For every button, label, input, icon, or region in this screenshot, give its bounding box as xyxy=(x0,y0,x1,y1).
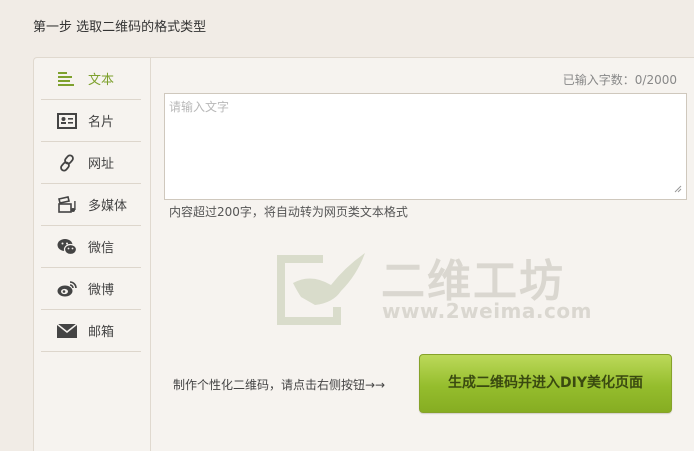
length-hint: 内容超过200字，将自动转为网页类文本格式 xyxy=(169,205,408,219)
text-input[interactable] xyxy=(164,93,687,200)
editor-area: 已输入字数：0/2000 内容超过200字，将自动转为网页类文本格式 二维工坊 … xyxy=(151,58,694,451)
char-counter: 已输入字数：0/2000 xyxy=(562,73,677,87)
sidebar-item-text[interactable]: 文本 xyxy=(41,58,141,100)
generate-qr-button[interactable]: 生成二维码并进入DIY美化页面 xyxy=(419,354,672,413)
resize-handle-icon[interactable] xyxy=(674,185,682,193)
sidebar-item-email[interactable]: 邮箱 xyxy=(41,310,141,352)
sidebar-item-label: 名片 xyxy=(88,115,115,130)
wechat-icon xyxy=(57,237,77,257)
sidebar-item-label: 微博 xyxy=(88,283,115,298)
step-title: 第一步 选取二维码的格式类型 xyxy=(33,20,207,35)
sidebar-item-media[interactable]: 多媒体 xyxy=(41,184,141,226)
format-panel: 文本 名片 网址 多媒体 微信 微博 邮箱 已输入字数：0/2000 请输入文字… xyxy=(33,57,694,451)
sidebar-item-label: 文本 xyxy=(88,73,115,88)
sidebar-item-weibo[interactable]: 微博 xyxy=(41,268,141,310)
sidebar-item-label: 邮箱 xyxy=(88,325,115,340)
sidebar-item-label: 多媒体 xyxy=(88,199,128,214)
cta-tip: 制作个性化二维码，请点击右侧按钮→→ xyxy=(173,378,386,392)
sidebar-item-url[interactable]: 网址 xyxy=(41,142,141,184)
media-icon xyxy=(57,195,77,215)
sidebar-item-card[interactable]: 名片 xyxy=(41,100,141,142)
sidebar-item-label: 网址 xyxy=(88,157,115,172)
text-lines-icon xyxy=(57,69,77,89)
sidebar-item-wechat[interactable]: 微信 xyxy=(41,226,141,268)
watermark-url: www.2weima.com xyxy=(382,299,592,323)
format-sidebar: 文本 名片 网址 多媒体 微信 微博 邮箱 xyxy=(34,58,151,451)
watermark: 二维工坊 www.2weima.com xyxy=(271,245,591,330)
mail-icon xyxy=(57,321,77,341)
link-chain-icon xyxy=(57,153,77,173)
bird-logo-icon xyxy=(277,253,365,325)
id-card-icon xyxy=(57,111,77,131)
sidebar-item-label: 微信 xyxy=(88,241,115,256)
weibo-icon xyxy=(57,279,77,299)
